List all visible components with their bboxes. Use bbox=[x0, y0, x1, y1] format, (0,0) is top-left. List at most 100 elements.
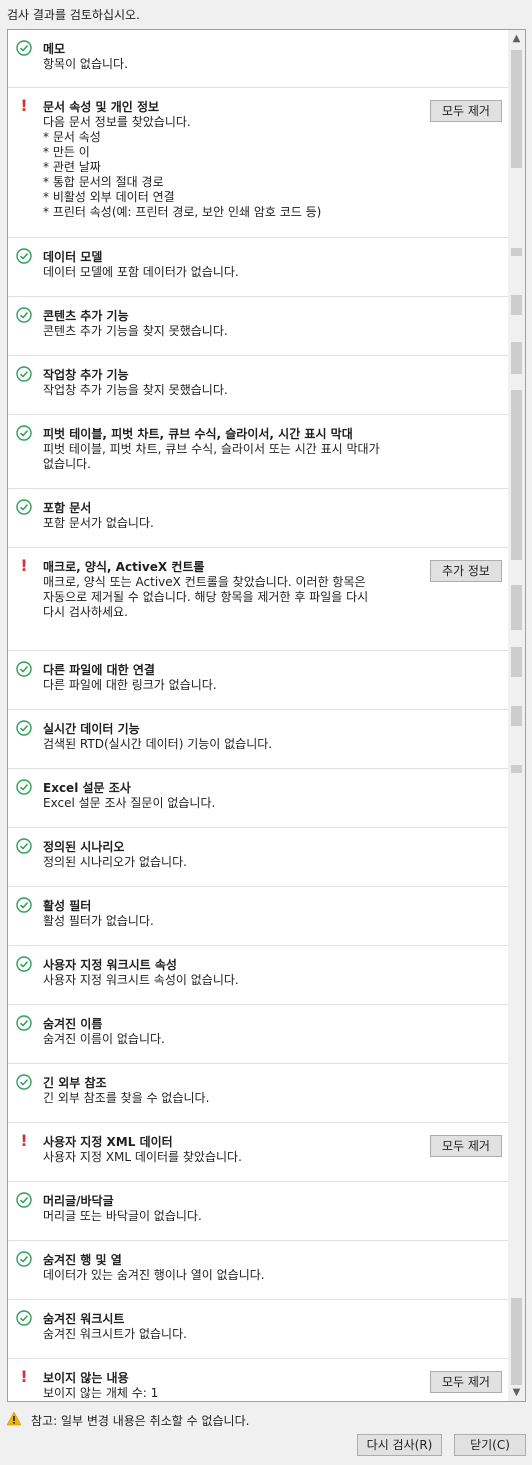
result-item: ! 보이지 않는 내용 보이지 않는 개체 수: 1 모두 제거 bbox=[8, 1359, 510, 1401]
description-line: Excel 설문 조사 질문이 없습니다. bbox=[43, 796, 216, 810]
description-line: 피벗 테이블, 피벗 차트, 큐브 수식, 슬라이서 또는 시간 표시 막대가 bbox=[43, 442, 380, 456]
result-description: 피벗 테이블, 피벗 차트, 큐브 수식, 슬라이서 또는 시간 표시 막대가 없… bbox=[43, 442, 413, 472]
result-item: 작업창 추가 기능 작업창 추가 기능을 찾지 못했습니다. bbox=[8, 356, 510, 415]
description-line: 숨겨진 이름이 없습니다. bbox=[43, 1032, 165, 1046]
remove-all-button[interactable]: 모두 제거 bbox=[430, 1135, 502, 1157]
result-item: 콘텐츠 추가 기능 콘텐츠 추가 기능을 찾지 못했습니다. bbox=[8, 297, 510, 356]
scrollbar-thumb[interactable] bbox=[511, 248, 522, 256]
description-line: * 통합 문서의 절대 경로 bbox=[43, 175, 164, 189]
result-description: 활성 필터가 없습니다. bbox=[43, 914, 413, 929]
exclamation-icon: ! bbox=[20, 96, 28, 115]
result-description: 사용자 지정 워크시트 속성이 없습니다. bbox=[43, 973, 413, 988]
result-title: 숨겨진 행 및 열 bbox=[43, 1253, 122, 1267]
description-line: 긴 외부 참조를 찾을 수 없습니다. bbox=[43, 1091, 210, 1105]
scroll-down-arrow-icon[interactable]: ▼ bbox=[508, 1384, 525, 1401]
result-description: 데이터 모델에 포함 데이터가 없습니다. bbox=[43, 265, 413, 280]
scroll-up-arrow-icon[interactable]: ▲ bbox=[508, 30, 525, 47]
result-title: 보이지 않는 내용 bbox=[43, 1371, 129, 1385]
result-description: 다음 문서 정보를 찾았습니다. * 문서 속성 * 만든 이 * 관련 날짜 * 통합… bbox=[43, 115, 413, 220]
more-info-button[interactable]: 추가 정보 bbox=[430, 560, 502, 582]
result-description: 데이터가 있는 숨겨진 행이나 열이 없습니다. bbox=[43, 1268, 413, 1283]
result-description: 작업창 추가 기능을 찾지 못했습니다. bbox=[43, 383, 413, 398]
checkmark-circle-icon bbox=[16, 897, 32, 913]
result-title: 정의된 시나리오 bbox=[43, 840, 125, 854]
scrollbar-thumb[interactable] bbox=[511, 295, 522, 315]
remove-all-button[interactable]: 모두 제거 bbox=[430, 1371, 502, 1393]
description-line: 사용자 지정 워크시트 속성이 없습니다. bbox=[43, 973, 239, 987]
scrollbar-thumb[interactable] bbox=[511, 647, 522, 677]
result-item: 메모 항목이 없습니다. bbox=[8, 30, 510, 88]
exclamation-icon: ! bbox=[20, 556, 28, 575]
description-line: 정의된 시나리오가 없습니다. bbox=[43, 855, 187, 869]
result-description: 숨겨진 워크시트가 없습니다. bbox=[43, 1327, 413, 1342]
vertical-scrollbar[interactable]: ▲ ▼ bbox=[508, 30, 525, 1401]
result-item: 머리글/바닥글 머리글 또는 바닥글이 없습니다. bbox=[8, 1182, 510, 1241]
result-item: 실시간 데이터 기능 검색된 RTD(실시간 데이터) 기능이 없습니다. bbox=[8, 710, 510, 769]
exclamation-icon: ! bbox=[20, 1131, 28, 1150]
result-description: 항목이 없습니다. bbox=[43, 57, 413, 72]
checkmark-circle-icon bbox=[16, 661, 32, 677]
result-title: 포함 문서 bbox=[43, 501, 92, 515]
result-title: 긴 외부 참조 bbox=[43, 1076, 107, 1090]
result-description: 매크로, 양식 또는 ActiveX 컨트롤을 찾았습니다. 이러한 항목은 자동… bbox=[43, 575, 413, 620]
remove-all-button[interactable]: 모두 제거 bbox=[430, 100, 502, 122]
description-line: 데이터가 있는 숨겨진 행이나 열이 없습니다. bbox=[43, 1268, 265, 1282]
description-line: 활성 필터가 없습니다. bbox=[43, 914, 154, 928]
checkmark-circle-icon bbox=[16, 720, 32, 736]
result-item: 숨겨진 행 및 열 데이터가 있는 숨겨진 행이나 열이 없습니다. bbox=[8, 1241, 510, 1300]
reinspect-button[interactable]: 다시 검사(R) bbox=[357, 1434, 442, 1456]
description-line: 다음 문서 정보를 찾았습니다. bbox=[43, 115, 191, 129]
checkmark-circle-icon bbox=[16, 499, 32, 515]
checkmark-circle-icon bbox=[16, 1310, 32, 1326]
result-title: 콘텐츠 추가 기능 bbox=[43, 309, 129, 323]
result-description: 긴 외부 참조를 찾을 수 없습니다. bbox=[43, 1091, 413, 1106]
result-description: 머리글 또는 바닥글이 없습니다. bbox=[43, 1209, 413, 1224]
description-line: * 문서 속성 bbox=[43, 130, 101, 144]
result-title: 작업창 추가 기능 bbox=[43, 368, 129, 382]
close-button[interactable]: 닫기(C) bbox=[454, 1434, 526, 1456]
checkmark-circle-icon bbox=[16, 1251, 32, 1267]
scrollbar-thumb[interactable] bbox=[511, 342, 522, 374]
checkmark-circle-icon bbox=[16, 425, 32, 441]
description-line: 콘텐츠 추가 기능을 찾지 못했습니다. bbox=[43, 324, 228, 338]
result-item: 데이터 모델 데이터 모델에 포함 데이터가 없습니다. bbox=[8, 238, 510, 297]
scrollbar-thumb[interactable] bbox=[511, 706, 522, 726]
description-line: 다시 검사하세요. bbox=[43, 605, 128, 619]
description-line: 항목이 없습니다. bbox=[43, 57, 128, 71]
scrollbar-thumb[interactable] bbox=[511, 390, 522, 560]
result-item: 정의된 시나리오 정의된 시나리오가 없습니다. bbox=[8, 828, 510, 887]
checkmark-circle-icon bbox=[16, 1192, 32, 1208]
description-line: 보이지 않는 개체 수: 1 bbox=[43, 1386, 159, 1400]
result-title: 문서 속성 및 개인 정보 bbox=[43, 100, 160, 114]
result-item: 다른 파일에 대한 연결 다른 파일에 대한 링크가 없습니다. bbox=[8, 651, 510, 710]
description-line: 매크로, 양식 또는 ActiveX 컨트롤을 찾았습니다. 이러한 항목은 bbox=[43, 575, 366, 589]
result-title: 숨겨진 워크시트 bbox=[43, 1312, 125, 1326]
checkmark-circle-icon bbox=[16, 956, 32, 972]
result-title: 숨겨진 이름 bbox=[43, 1017, 103, 1031]
scrollbar-thumb[interactable] bbox=[511, 50, 522, 168]
result-title: 데이터 모델 bbox=[43, 250, 103, 264]
result-item: 숨겨진 이름 숨겨진 이름이 없습니다. bbox=[8, 1005, 510, 1064]
instruction-text: 검사 결과를 검토하십시오. bbox=[7, 8, 140, 22]
result-title: 다른 파일에 대한 연결 bbox=[43, 663, 155, 677]
result-title: 매크로, 양식, ActiveX 컨트롤 bbox=[43, 560, 205, 574]
description-line: 없습니다. bbox=[43, 457, 91, 471]
scrollbar-thumb[interactable] bbox=[511, 585, 522, 630]
scrollbar-thumb[interactable] bbox=[511, 1298, 522, 1385]
inspection-results-list[interactable]: 메모 항목이 없습니다.! 문서 속성 및 개인 정보 다음 문서 정보를 찾았습니다… bbox=[7, 29, 526, 1402]
description-line: 다른 파일에 대한 링크가 없습니다. bbox=[43, 678, 217, 692]
warning-triangle-icon bbox=[6, 1411, 22, 1430]
description-line: 머리글 또는 바닥글이 없습니다. bbox=[43, 1209, 202, 1223]
description-line: 작업창 추가 기능을 찾지 못했습니다. bbox=[43, 383, 228, 397]
description-line: * 비활성 외부 데이터 연결 bbox=[43, 190, 175, 204]
result-description: 검색된 RTD(실시간 데이터) 기능이 없습니다. bbox=[43, 737, 413, 752]
result-description: 포함 문서가 없습니다. bbox=[43, 516, 413, 531]
scrollbar-thumb[interactable] bbox=[511, 765, 522, 773]
result-description: 콘텐츠 추가 기능을 찾지 못했습니다. bbox=[43, 324, 413, 339]
warning-text: 참고: 일부 변경 내용은 취소할 수 없습니다. bbox=[31, 1414, 250, 1428]
description-line: 포함 문서가 없습니다. bbox=[43, 516, 154, 530]
result-title: 실시간 데이터 기능 bbox=[43, 722, 140, 736]
result-item: 활성 필터 활성 필터가 없습니다. bbox=[8, 887, 510, 946]
result-item: ! 사용자 지정 XML 데이터 사용자 지정 XML 데이터를 찾았습니다. 모두 … bbox=[8, 1123, 510, 1182]
description-line: * 프린터 속성(예: 프린터 경로, 보안 인쇄 암호 코드 등) bbox=[43, 205, 322, 219]
